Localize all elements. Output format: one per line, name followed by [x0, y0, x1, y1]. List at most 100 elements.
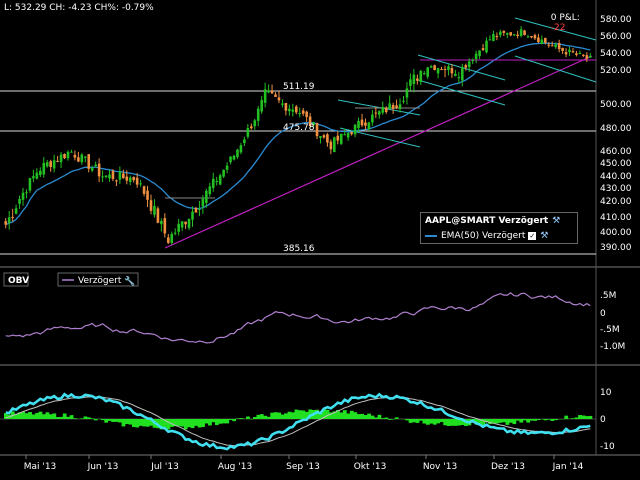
histogram-bar — [55, 416, 60, 419]
ema-swatch — [425, 234, 437, 237]
obv-settings-icon[interactable]: 🔧 — [124, 275, 135, 287]
legend-settings-icon[interactable]: ⚒ — [552, 216, 560, 226]
candle-body — [298, 113, 302, 115]
candle-body — [243, 139, 246, 144]
candle-body — [460, 67, 464, 81]
candle-body — [364, 122, 367, 126]
ema-settings-icon[interactable]: ⚒ — [540, 231, 548, 241]
candle-body — [267, 90, 270, 93]
candle-body — [526, 36, 530, 38]
candle-body — [153, 205, 156, 215]
candle-body — [42, 162, 46, 175]
candle-body — [73, 154, 77, 158]
histogram-bar — [142, 419, 147, 427]
ema-line — [5, 42, 591, 226]
histogram-bar — [66, 416, 71, 419]
candle-body — [173, 232, 177, 234]
time-axis: Mai '13 Jun '13 Jul '13 Aug '13 Sep '13 Okt '… — [24, 455, 584, 472]
histogram-bar — [52, 413, 57, 419]
histogram-bar — [512, 419, 517, 425]
candle-body — [87, 154, 91, 169]
price-tick: 520.00 — [600, 66, 632, 76]
candle-body — [499, 31, 502, 36]
candle-body — [488, 39, 492, 41]
candle-body — [457, 77, 461, 79]
histogram-bar — [284, 413, 288, 419]
candle-body — [336, 135, 340, 141]
histogram-bar — [21, 411, 26, 419]
histogram-bar — [408, 419, 413, 423]
histogram-bar — [28, 412, 32, 419]
candle-body — [523, 30, 526, 36]
histogram-bar — [536, 419, 541, 420]
histogram-bar — [363, 415, 368, 419]
histogram-bar — [24, 413, 29, 419]
candle-body — [4, 221, 8, 225]
histogram-bar — [429, 419, 434, 424]
candle-body — [471, 60, 474, 62]
histogram-bar — [69, 415, 74, 419]
candle-body — [77, 157, 80, 162]
candle-body — [194, 208, 198, 213]
candle-body — [256, 108, 260, 121]
candle-body — [260, 100, 263, 112]
candle-body — [540, 39, 544, 44]
candle-body — [578, 52, 582, 54]
histogram-bar — [273, 412, 278, 419]
candle-body — [142, 186, 146, 194]
candle-body — [229, 156, 232, 163]
histogram-bar — [277, 412, 282, 419]
histogram-bar — [256, 414, 261, 419]
histogram-bar — [31, 414, 36, 419]
high-annotation: 511.19 — [283, 82, 315, 92]
candle-body — [353, 124, 357, 135]
candle-body — [239, 145, 243, 153]
candle-body — [125, 176, 129, 181]
candle-body — [319, 136, 322, 138]
candle-body — [250, 126, 253, 129]
candle-body — [367, 122, 371, 130]
pnl-label-text: 0 P&L: — [550, 13, 580, 23]
obv-legend-label: Verzögert — [78, 276, 122, 286]
candle-body — [177, 223, 180, 232]
histogram-bar — [87, 417, 91, 419]
candle-body — [180, 221, 184, 228]
candle-body — [561, 48, 564, 51]
candle-body — [516, 34, 519, 36]
candle-body — [571, 51, 575, 53]
cyan-channel-lower-2 — [417, 79, 506, 106]
candle-body — [191, 211, 194, 220]
ema-visible-checkbox[interactable]: ✓ — [528, 231, 537, 240]
candle-body — [166, 237, 170, 243]
candle-body — [63, 153, 66, 159]
price-tick: 500.00 — [600, 100, 632, 110]
candle-body — [429, 66, 433, 68]
histogram-bar — [166, 419, 171, 430]
histogram-bar — [38, 411, 43, 419]
candle-body — [39, 170, 42, 176]
candle-body — [198, 208, 201, 210]
histogram-bar — [235, 418, 240, 419]
price-tick: 580.00 — [600, 15, 632, 25]
candle-body — [333, 137, 336, 153]
candle-body — [467, 61, 471, 68]
candle-body — [146, 190, 149, 200]
histogram-bar — [135, 419, 140, 428]
main-legend[interactable]: AAPL@SMART Verzögert ⚒ EMA(50) Verzögert… — [420, 212, 578, 244]
candle-body — [149, 200, 153, 211]
candle-body — [409, 79, 412, 86]
candle-body — [277, 97, 281, 101]
candle-body — [70, 151, 73, 153]
ema-legend-label: EMA(50) Verzögert — [441, 230, 526, 241]
histogram-bar — [298, 410, 302, 419]
histogram-bar — [35, 413, 39, 419]
candle-body — [28, 178, 32, 191]
candle-body — [371, 114, 374, 123]
histogram-bar — [553, 419, 558, 421]
candle-body — [398, 104, 402, 110]
price-tick: 440.00 — [600, 172, 632, 182]
candle-body — [326, 134, 329, 143]
candle-body — [426, 67, 430, 77]
candle-body — [575, 53, 578, 55]
price-tick: 390.00 — [600, 243, 632, 253]
